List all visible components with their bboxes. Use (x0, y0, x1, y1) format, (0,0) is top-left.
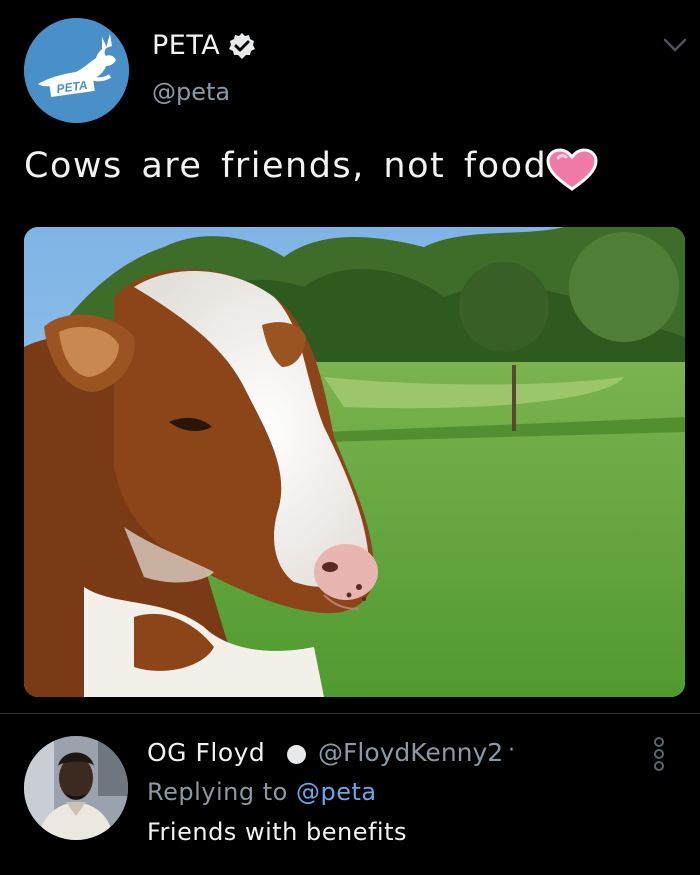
reply-author-name[interactable]: OG Floyd (147, 738, 265, 767)
more-vertical-icon[interactable] (652, 736, 666, 772)
peta-avatar[interactable]: PETA (24, 18, 129, 123)
peta-logo-icon: PETA (24, 18, 129, 123)
reply-separator: · (508, 738, 515, 763)
tweet-text: Cows are friends, not food (24, 146, 548, 186)
replying-prefix: Replying to (147, 778, 288, 806)
author-handle[interactable]: @peta (152, 78, 230, 106)
reply-text: Friends with benefits (147, 818, 407, 846)
heart-icon (546, 148, 598, 191)
divider (0, 713, 700, 714)
reply-avatar[interactable] (24, 736, 128, 840)
author-name[interactable]: PETA (152, 30, 220, 61)
replying-to-line: Replying to @peta (147, 778, 377, 806)
status-dot-icon (287, 745, 306, 764)
chevron-down-icon[interactable] (662, 36, 688, 54)
verified-badge-icon (229, 33, 255, 59)
reply-author-handle[interactable]: @FloydKenny2 (318, 738, 503, 767)
tweet-view: PETA PETA @peta Cows are friends, not fo… (0, 0, 700, 875)
replying-to-mention[interactable]: @peta (296, 778, 377, 806)
tweet-photo[interactable] (24, 227, 685, 697)
cow-photo (24, 227, 685, 697)
user-avatar-icon (24, 736, 128, 840)
